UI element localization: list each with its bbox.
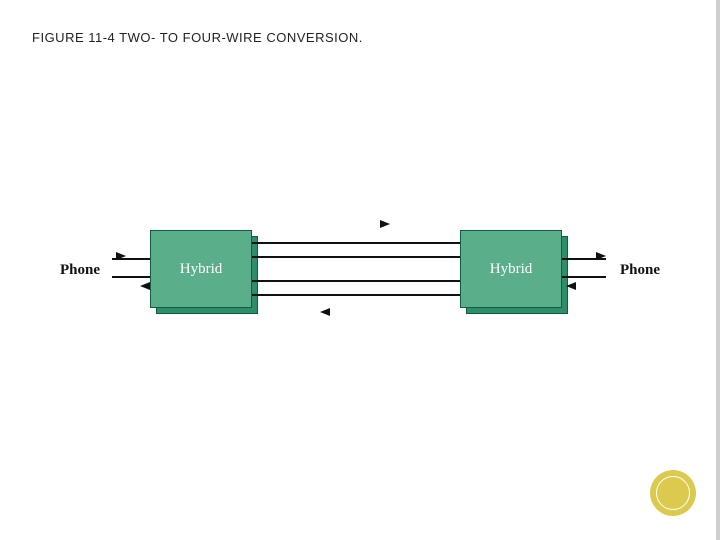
arrow-left-icon	[320, 308, 330, 316]
phone-label-right: Phone	[620, 262, 660, 279]
hybrid-left-face: Hybrid	[150, 230, 252, 308]
figure-caption: FIGURE 11-4 TWO- TO FOUR-WIRE CONVERSION…	[32, 30, 363, 45]
decorative-circle-ring	[656, 476, 690, 510]
four-wire-4	[252, 294, 460, 296]
conversion-diagram: Phone Phone Hybrid Hybrid	[0, 180, 720, 360]
two-wire-right-b	[562, 276, 606, 278]
decorative-circle	[650, 470, 696, 516]
hybrid-right-face: Hybrid	[460, 230, 562, 308]
arrow-right-icon	[596, 252, 606, 260]
four-wire-3	[252, 280, 460, 282]
hybrid-block-right: Hybrid	[460, 230, 560, 306]
four-wire-1	[252, 242, 460, 244]
arrow-right-icon	[116, 252, 126, 260]
hybrid-block-left: Hybrid	[150, 230, 250, 306]
four-wire-2	[252, 256, 460, 258]
two-wire-left-b	[112, 276, 150, 278]
phone-label-left: Phone	[60, 262, 100, 279]
caption-rest: IGURE 11-4 TWO- TO FOUR-WIRE CONVERSION.	[40, 30, 362, 45]
arrow-right-icon	[380, 220, 390, 228]
slide-edge-decoration	[716, 0, 720, 540]
arrow-left-icon	[566, 282, 576, 290]
arrow-left-icon	[140, 282, 150, 290]
